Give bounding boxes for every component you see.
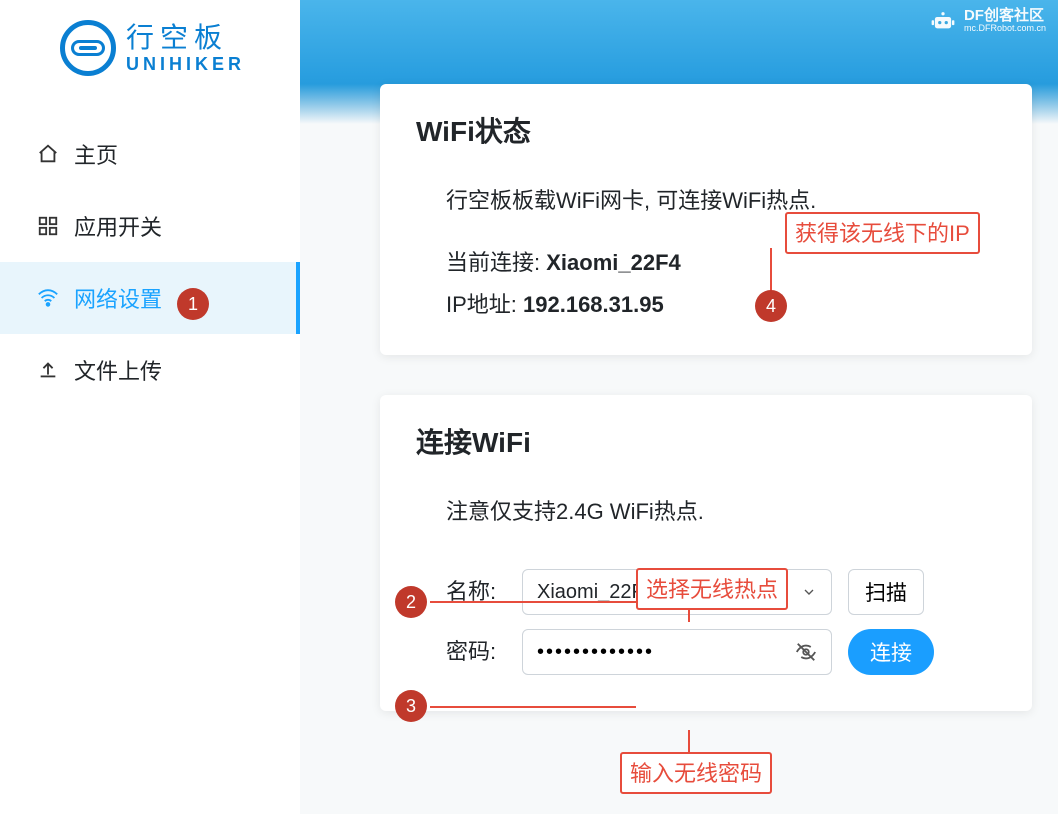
wifi-status-description: 行空板板载WiFi网卡, 可连接WiFi热点. xyxy=(446,180,992,222)
sidebar-item-network[interactable]: 网络设置 xyxy=(0,262,300,334)
brand-name-cn: 行空板 xyxy=(126,22,245,54)
eye-off-icon[interactable] xyxy=(795,641,817,663)
scan-button[interactable]: 扫描 xyxy=(848,569,924,615)
wifi-ip-row: IP地址: 192.168.31.95 xyxy=(446,284,992,326)
upload-icon xyxy=(36,359,60,381)
watermark-sub: mc.DFRobot.com.cn xyxy=(964,24,1046,33)
apps-icon xyxy=(36,215,60,237)
brand-logo-mark xyxy=(60,20,116,76)
password-label: 密码: xyxy=(446,631,506,673)
wifi-ip-value: 192.168.31.95 xyxy=(523,292,664,317)
brand-logo: 行空板 UNIHIKER xyxy=(0,0,300,102)
ssid-select[interactable]: Xiaomi_22F4 xyxy=(522,569,832,615)
sidebar-item-label: 主页 xyxy=(74,138,118,170)
password-input-wrapper xyxy=(522,629,832,675)
brand-name-en: UNIHIKER xyxy=(126,54,245,75)
connect-button[interactable]: 连接 xyxy=(848,629,934,675)
wifi-ip-label: IP地址: xyxy=(446,292,523,317)
wifi-current-value: Xiaomi_22F4 xyxy=(546,250,681,275)
main-content: WiFi状态 行空板板载WiFi网卡, 可连接WiFi热点. 当前连接: Xia… xyxy=(300,84,1058,814)
sidebar-item-home[interactable]: 主页 xyxy=(0,118,300,190)
sidebar-item-label: 应用开关 xyxy=(74,210,162,242)
ssid-label: 名称: xyxy=(446,571,506,613)
sidebar: 行空板 UNIHIKER 主页 应用开关 网络设置 文件上传 xyxy=(0,0,300,814)
sidebar-item-upload[interactable]: 文件上传 xyxy=(0,334,300,406)
connect-wifi-note: 注意仅支持2.4G WiFi热点. xyxy=(446,491,992,533)
watermark-title: DF创客社区 xyxy=(964,8,1046,24)
watermark: DF创客社区 mc.DFRobot.com.cn xyxy=(930,8,1046,33)
wifi-status-card: WiFi状态 行空板板载WiFi网卡, 可连接WiFi热点. 当前连接: Xia… xyxy=(380,84,1032,355)
sidebar-nav: 主页 应用开关 网络设置 文件上传 xyxy=(0,118,300,406)
ssid-selected-value: Xiaomi_22F4 xyxy=(537,573,655,611)
sidebar-item-apps[interactable]: 应用开关 xyxy=(0,190,300,262)
home-icon xyxy=(36,143,60,165)
wifi-current-label: 当前连接: xyxy=(446,250,546,275)
sidebar-item-label: 网络设置 xyxy=(74,282,162,314)
wifi-icon xyxy=(36,287,60,309)
robot-icon xyxy=(930,10,956,32)
wifi-status-title: WiFi状态 xyxy=(416,110,992,150)
connect-wifi-card: 连接WiFi 注意仅支持2.4G WiFi热点. 名称: Xiaomi_22F4… xyxy=(380,395,1032,711)
chevron-down-icon xyxy=(801,584,817,600)
connect-wifi-title: 连接WiFi xyxy=(416,421,992,461)
password-input[interactable] xyxy=(537,641,787,664)
sidebar-item-label: 文件上传 xyxy=(74,354,162,386)
wifi-current-row: 当前连接: Xiaomi_22F4 xyxy=(446,242,992,284)
